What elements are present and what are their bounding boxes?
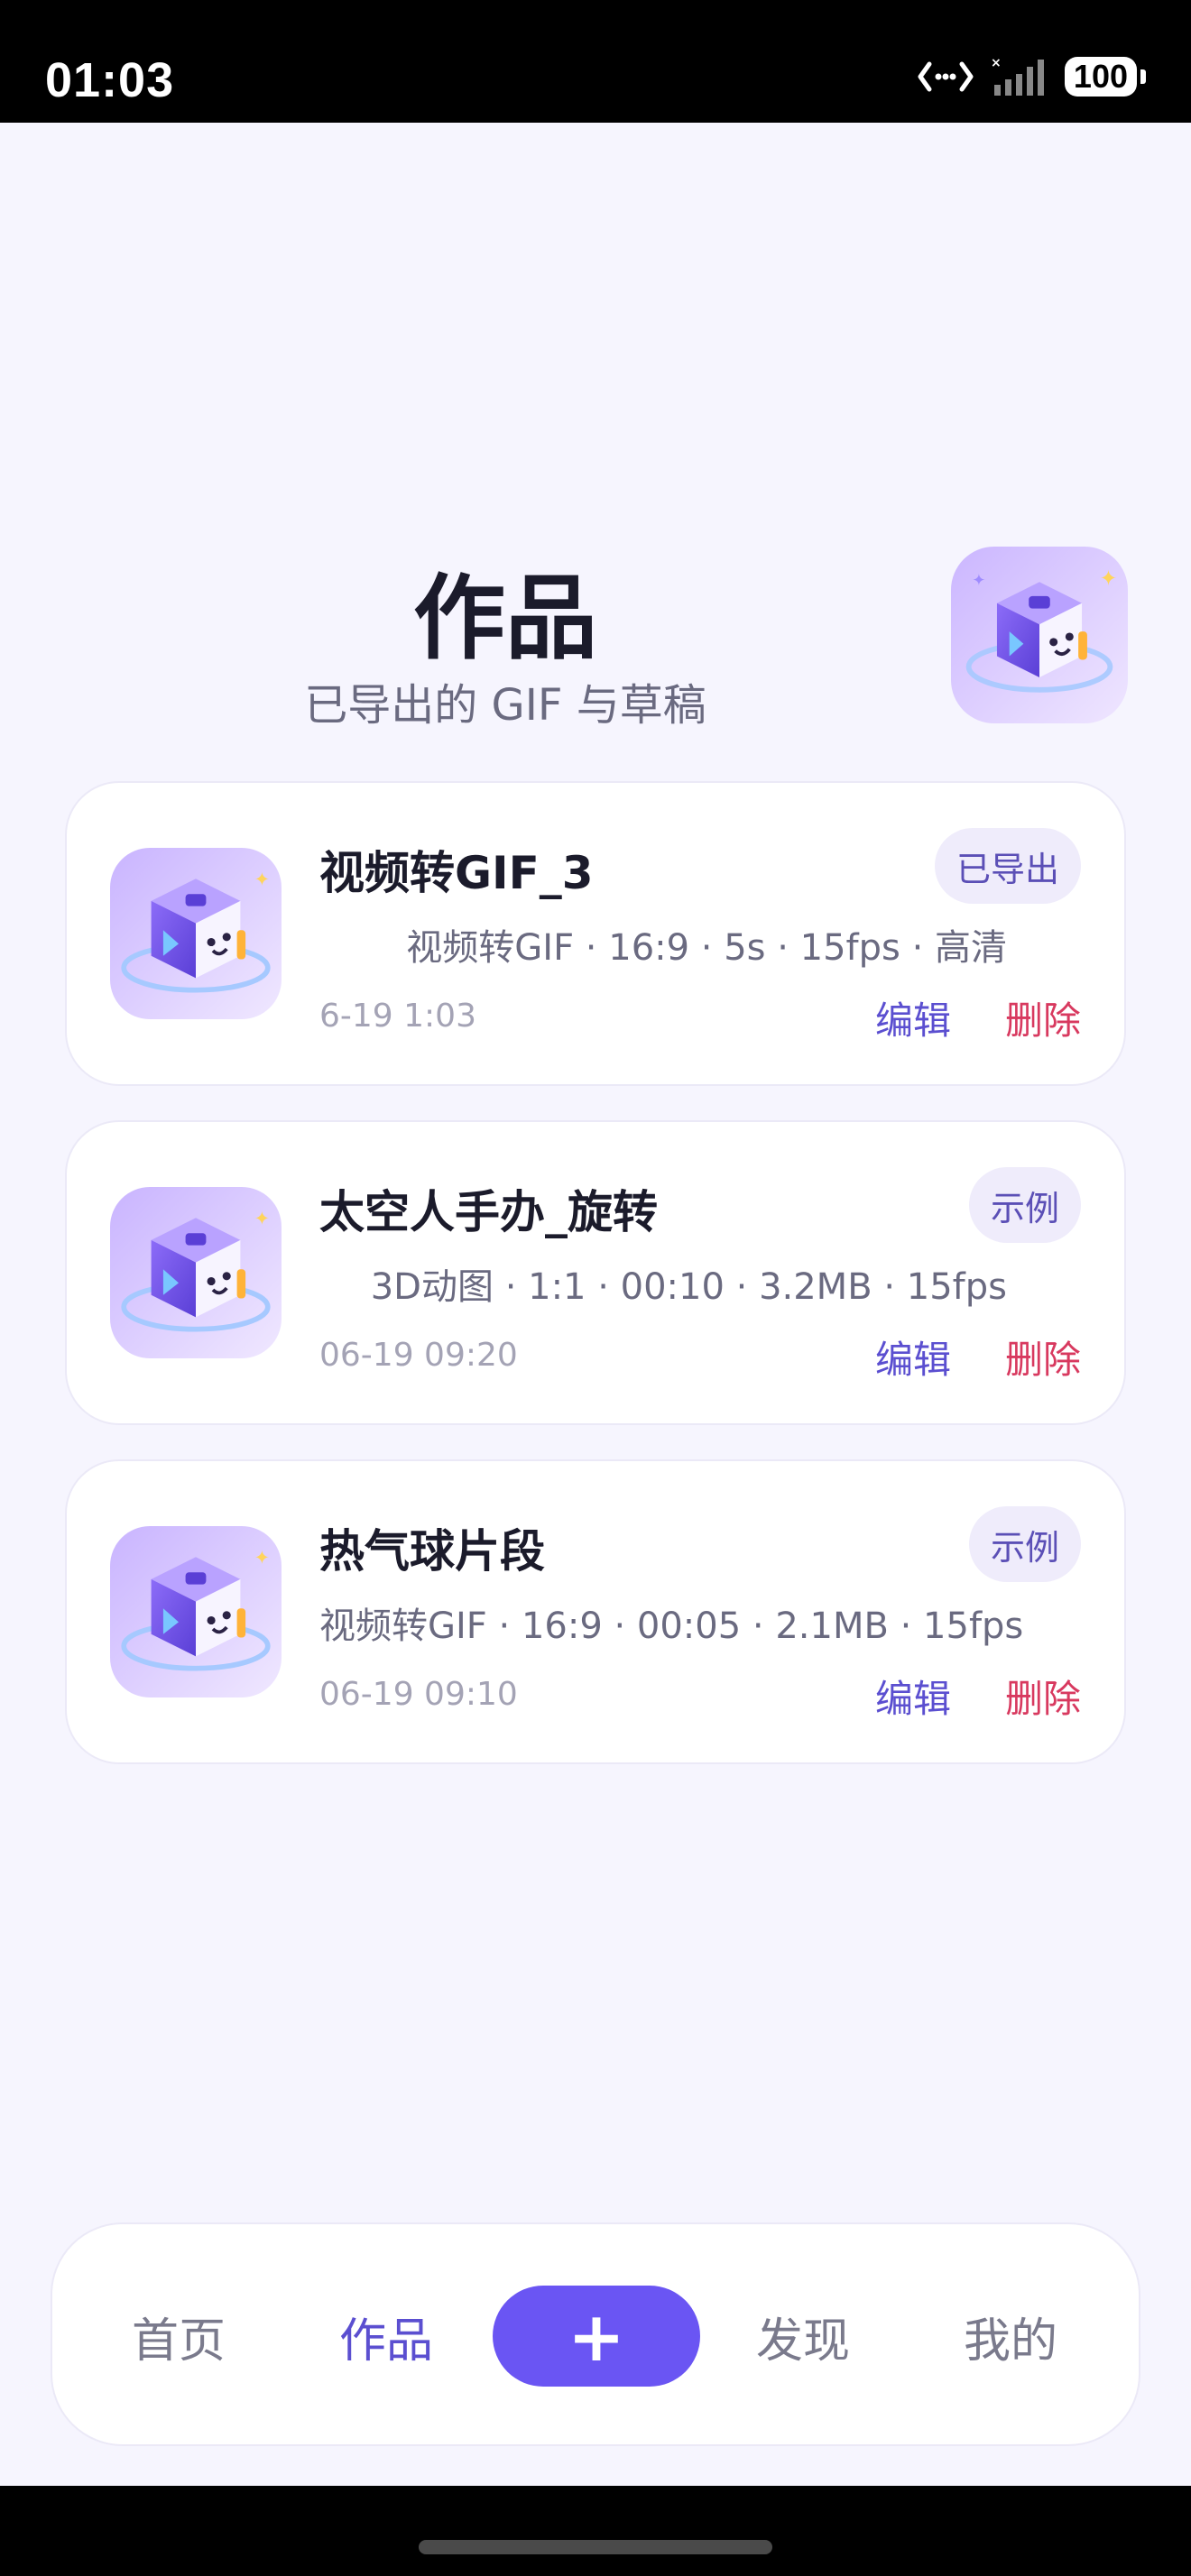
work-title: 太空人手办_旋转 xyxy=(319,1186,658,1238)
work-thumbnail[interactable]: ✦ xyxy=(110,1526,282,1697)
status-badge: 示例 xyxy=(968,1167,1081,1243)
edit-button[interactable]: 编辑 xyxy=(875,990,951,1045)
svg-text:✦: ✦ xyxy=(1100,566,1118,591)
signal-icon: × xyxy=(991,56,1044,96)
svg-text:✦: ✦ xyxy=(254,869,271,890)
battery-indicator: 100 xyxy=(1064,57,1146,97)
battery-level: 100 xyxy=(1064,57,1137,97)
status-badge: 已导出 xyxy=(934,828,1081,904)
tab-works[interactable]: 作品 xyxy=(296,2224,476,2448)
work-card[interactable]: ✦ 视频转GIF_3 已导出 视频转GIF · 16:9 · 5s · 15fp… xyxy=(65,781,1126,1086)
work-title: 视频转GIF_3 xyxy=(319,847,594,899)
delete-button[interactable]: 删除 xyxy=(1005,1669,1081,1724)
work-meta: 3D动图 · 1:1 · 00:10 · 3.2MB · 15fps xyxy=(370,1266,1007,1308)
status-time: 01:03 xyxy=(45,53,175,107)
battery-tip xyxy=(1140,69,1146,84)
work-meta: 视频转GIF · 16:9 · 00:05 · 2.1MB · 15fps xyxy=(319,1605,1024,1647)
delete-button[interactable]: 删除 xyxy=(1005,990,1081,1045)
edit-button[interactable]: 编辑 xyxy=(875,1669,951,1724)
system-nav-bar xyxy=(0,2486,1191,2576)
work-date: 06-19 09:10 xyxy=(319,1676,518,1713)
data-transfer-icon xyxy=(918,61,974,92)
work-thumbnail[interactable]: ✦ xyxy=(110,848,282,1019)
svg-text:✦: ✦ xyxy=(973,572,986,590)
tab-discover[interactable]: 发现 xyxy=(713,2224,893,2448)
work-date: 6-19 1:03 xyxy=(319,998,476,1035)
status-bar: 01:03 × 100 xyxy=(0,0,1191,123)
page-subtitle: 已导出的 GIF 与草稿 xyxy=(304,680,706,731)
delete-button[interactable]: 删除 xyxy=(1005,1329,1081,1385)
page-title: 作品 xyxy=(413,566,597,673)
status-badge: 示例 xyxy=(968,1506,1081,1582)
bottom-tab-bar: 首页 作品 + 发现 我的 xyxy=(51,2222,1140,2446)
work-date: 06-19 09:20 xyxy=(319,1337,518,1374)
svg-text:✦: ✦ xyxy=(254,1547,271,1569)
add-button[interactable]: + xyxy=(493,2286,700,2387)
work-thumbnail[interactable]: ✦ xyxy=(110,1187,282,1358)
svg-text:✦: ✦ xyxy=(254,1208,271,1229)
work-card[interactable]: ✦ 热气球片段 示例 视频转GIF · 16:9 · 00:05 · 2.1MB… xyxy=(65,1459,1126,1764)
work-meta: 视频转GIF · 16:9 · 5s · 15fps · 高清 xyxy=(406,927,1007,969)
home-indicator[interactable] xyxy=(419,2540,772,2554)
tab-mine[interactable]: 我的 xyxy=(920,2224,1101,2448)
works-screen: 01:03 × 100 作品 已导出的 GIF 与草稿 ✦ ✦ ✦ 视频转GIF… xyxy=(0,0,1191,2576)
tab-home[interactable]: 首页 xyxy=(88,2224,269,2448)
app-logo: ✦ ✦ xyxy=(951,547,1128,723)
work-title: 热气球片段 xyxy=(319,1525,545,1578)
svg-text:×: × xyxy=(991,56,1002,70)
edit-button[interactable]: 编辑 xyxy=(875,1329,951,1385)
work-card[interactable]: ✦ 太空人手办_旋转 示例 3D动图 · 1:1 · 00:10 · 3.2MB… xyxy=(65,1120,1126,1425)
status-icons: × 100 xyxy=(917,56,1146,97)
